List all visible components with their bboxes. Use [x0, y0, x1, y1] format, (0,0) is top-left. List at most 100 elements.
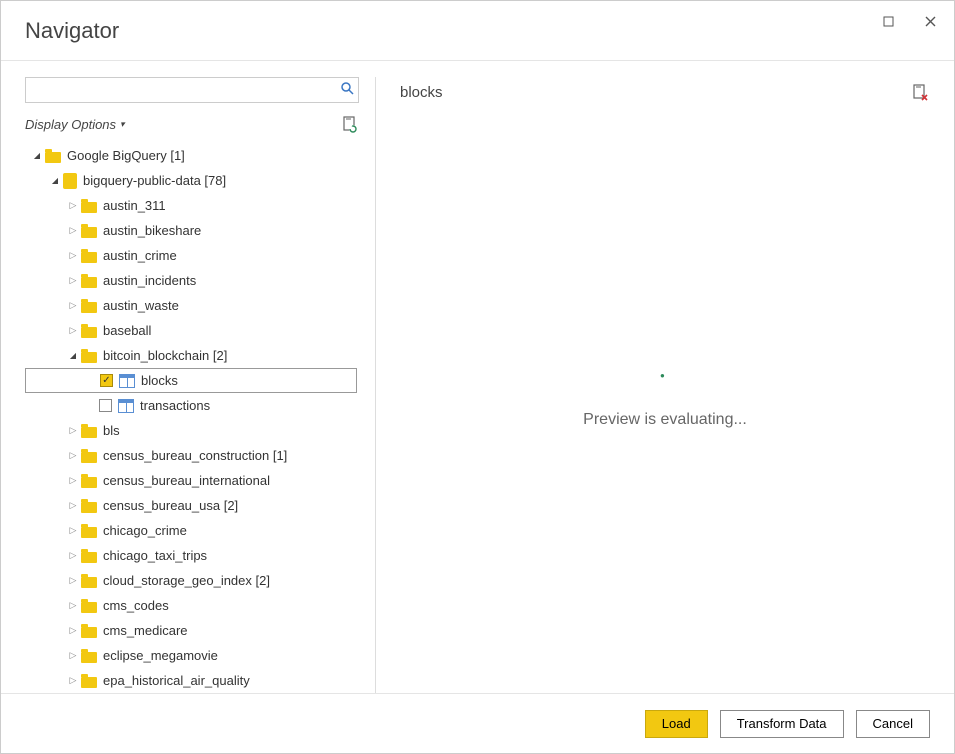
- database-icon: [63, 173, 77, 189]
- folder-icon: [81, 599, 97, 613]
- tree-item-baseball[interactable]: ▷ baseball: [25, 318, 357, 343]
- expand-arrow-icon[interactable]: ▷: [67, 550, 79, 562]
- chevron-down-icon: ▾: [120, 119, 125, 130]
- tree-node-label: chicago_taxi_trips: [103, 548, 207, 563]
- expand-arrow-icon[interactable]: ▷: [67, 325, 79, 337]
- folder-icon: [81, 549, 97, 563]
- folder-icon: [81, 674, 97, 688]
- tree-item-austin_crime[interactable]: ▷austin_crime: [25, 243, 357, 268]
- expand-arrow-icon[interactable]: ▷: [67, 225, 79, 237]
- tree-root-bigquery[interactable]: ◢Google BigQuery [1]: [25, 143, 357, 168]
- preview-header: blocks: [400, 77, 930, 107]
- tree-item-eclipse_megamovie[interactable]: ▷ eclipse_megamovie: [25, 643, 357, 668]
- table-icon: [118, 399, 134, 413]
- left-panel: Display Options ▾ ◢Google BigQuery [1]◢b…: [25, 77, 375, 693]
- tree-item-census_bureau_international[interactable]: ▷ census_bureau_international: [25, 468, 357, 493]
- checkbox[interactable]: [100, 374, 113, 387]
- expand-arrow-icon[interactable]: ▷: [67, 450, 79, 462]
- tree-item-cms_medicare[interactable]: ▷cms_medicare: [25, 618, 357, 643]
- close-button[interactable]: [912, 7, 948, 35]
- tree-node-label: bls: [103, 423, 120, 438]
- transform-data-button[interactable]: Transform Data: [720, 710, 844, 738]
- tree-item-epa_historical_air_quality[interactable]: ▷ epa_historical_air_quality: [25, 668, 357, 693]
- expand-arrow-icon[interactable]: ▷: [67, 425, 79, 437]
- tree-node-label: census_bureau_international: [103, 473, 270, 488]
- tree-node-label: bitcoin_blockchain [2]: [103, 348, 227, 363]
- folder-icon: [81, 574, 97, 588]
- clear-preview-icon[interactable]: [910, 82, 930, 102]
- tree-node-label: bigquery-public-data [78]: [83, 173, 226, 188]
- folder-icon: [81, 524, 97, 538]
- tree-item-austin_311[interactable]: ▷ austin_311: [25, 193, 357, 218]
- tree-item-census_bureau_usa[interactable]: ▷census_bureau_usa [2]: [25, 493, 357, 518]
- search-input[interactable]: [26, 78, 336, 102]
- table-icon: [119, 374, 135, 388]
- refresh-icon[interactable]: [339, 114, 359, 134]
- folder-icon: [81, 449, 97, 463]
- expand-arrow-icon[interactable]: ▷: [67, 600, 79, 612]
- titlebar: Navigator: [1, 1, 954, 61]
- tree-item-austin_waste[interactable]: ▷ austin_waste: [25, 293, 357, 318]
- tree-node-label: austin_waste: [103, 298, 179, 313]
- display-options-dropdown[interactable]: Display Options ▾: [25, 117, 125, 132]
- expand-arrow-icon[interactable]: ▷: [67, 475, 79, 487]
- folder-icon: [81, 299, 97, 313]
- folder-icon: [81, 199, 97, 213]
- tree-item-austin_incidents[interactable]: ▷ austin_incidents: [25, 268, 357, 293]
- tree-dataset[interactable]: ◢ bigquery-public-data [78]: [25, 168, 357, 193]
- tree-node-label: baseball: [103, 323, 151, 338]
- search-icon[interactable]: [336, 82, 358, 98]
- tree-item-cms_codes[interactable]: ▷cms_codes: [25, 593, 357, 618]
- folder-icon: [81, 649, 97, 663]
- tree-item-chicago_taxi_trips[interactable]: ▷ chicago_taxi_trips: [25, 543, 357, 568]
- dialog-footer: Load Transform Data Cancel: [1, 693, 954, 753]
- expand-arrow-icon[interactable]: ▷: [67, 625, 79, 637]
- expand-arrow-icon[interactable]: ▷: [67, 300, 79, 312]
- search-box[interactable]: [25, 77, 359, 103]
- folder-icon: [81, 274, 97, 288]
- navigator-tree[interactable]: ◢Google BigQuery [1]◢bigquery-public-dat…: [25, 143, 359, 693]
- cancel-button[interactable]: Cancel: [856, 710, 930, 738]
- tree-item-bitcoin_blockchain[interactable]: ◢ bitcoin_blockchain [2]: [25, 343, 357, 368]
- tree-node-label: blocks: [141, 373, 178, 388]
- collapse-arrow-icon[interactable]: ◢: [67, 350, 79, 362]
- tree-item-census_bureau_construction[interactable]: ▷ census_bureau_construction [1]: [25, 443, 357, 468]
- expand-arrow-icon[interactable]: ▷: [67, 650, 79, 662]
- tree-item-cloud_storage_geo_index[interactable]: ▷cloud_storage_geo_index [2]: [25, 568, 357, 593]
- expand-arrow-icon[interactable]: ▷: [67, 575, 79, 587]
- tree-table-transactions[interactable]: ▷transactions: [25, 393, 357, 418]
- folder-icon: [81, 624, 97, 638]
- tree-node-label: austin_bikeshare: [103, 223, 201, 238]
- tree-table-blocks[interactable]: ▷blocks: [25, 368, 357, 393]
- load-button[interactable]: Load: [645, 710, 708, 738]
- tree-node-label: austin_311: [103, 198, 166, 213]
- expand-arrow-icon[interactable]: ▷: [67, 275, 79, 287]
- expand-arrow-icon[interactable]: ▷: [67, 525, 79, 537]
- folder-icon: [81, 249, 97, 263]
- tree-node-label: chicago_crime: [103, 523, 187, 538]
- expand-arrow-icon[interactable]: ▷: [67, 250, 79, 262]
- tree-container: ◢Google BigQuery [1]◢bigquery-public-dat…: [25, 143, 359, 693]
- expand-arrow-icon[interactable]: ▷: [67, 675, 79, 687]
- tree-node-label: austin_incidents: [103, 273, 196, 288]
- tree-item-austin_bikeshare[interactable]: ▷ austin_bikeshare: [25, 218, 357, 243]
- display-options-label: Display Options: [25, 117, 116, 132]
- expand-arrow-icon[interactable]: ▷: [67, 200, 79, 212]
- search-row: [25, 77, 359, 103]
- preview-status-text: Preview is evaluating...: [583, 411, 747, 429]
- tree-item-chicago_crime[interactable]: ▷ chicago_crime: [25, 518, 357, 543]
- collapse-arrow-icon[interactable]: ◢: [49, 175, 61, 187]
- checkbox[interactable]: [99, 399, 112, 412]
- tree-node-label: census_bureau_construction [1]: [103, 448, 287, 463]
- tree-item-bls[interactable]: ▷ bls: [25, 418, 357, 443]
- folder-icon: [81, 224, 97, 238]
- collapse-arrow-icon[interactable]: ◢: [31, 150, 43, 162]
- restore-button[interactable]: [870, 7, 906, 35]
- tree-node-label: epa_historical_air_quality: [103, 673, 250, 688]
- folder-icon: [81, 499, 97, 513]
- tree-node-label: eclipse_megamovie: [103, 648, 218, 663]
- folder-icon: [81, 349, 97, 363]
- navigator-dialog: Navigator Display Options ▾: [0, 0, 955, 754]
- expand-arrow-icon[interactable]: ▷: [67, 500, 79, 512]
- preview-body: ● Preview is evaluating...: [400, 107, 930, 693]
